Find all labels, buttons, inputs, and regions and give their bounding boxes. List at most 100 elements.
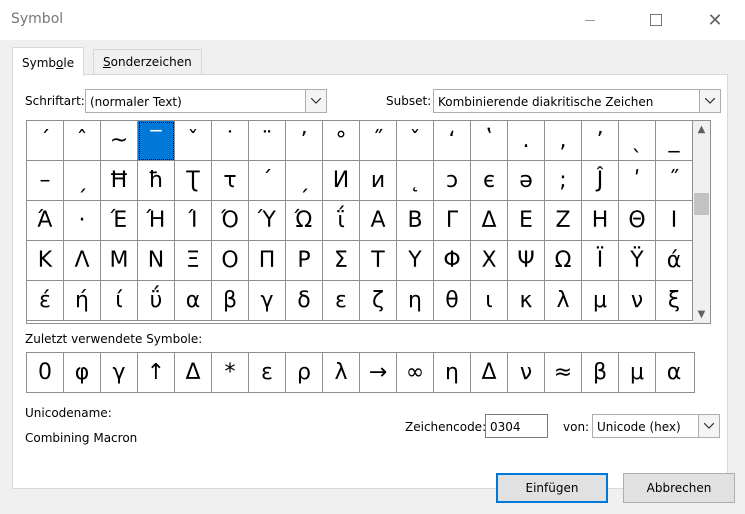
symbol-cell[interactable]: Ί	[175, 201, 212, 241]
symbol-cell[interactable]: Ω	[545, 241, 582, 281]
symbol-cell[interactable]: ή	[64, 281, 101, 321]
scroll-down-icon[interactable]: ▼	[693, 306, 710, 323]
symbol-cell[interactable]: _	[656, 121, 693, 161]
symbol-cell[interactable]: ʻ	[434, 121, 471, 161]
recent-symbol-cell[interactable]: ∞	[397, 353, 434, 392]
symbol-cell[interactable]: ¨	[249, 121, 286, 161]
symbol-cell[interactable]: ˝	[656, 161, 693, 201]
symbol-cell[interactable]: ˏ	[286, 161, 323, 201]
symbol-cell[interactable]: –	[27, 161, 64, 201]
scroll-thumb[interactable]	[694, 193, 709, 215]
maximize-button[interactable]	[633, 0, 679, 40]
scroll-up-icon[interactable]: ▲	[693, 121, 710, 138]
symbol-cell[interactable]: Θ	[619, 201, 656, 241]
symbol-cell[interactable]: β	[212, 281, 249, 321]
recent-symbol-cell[interactable]: *	[212, 353, 249, 392]
recent-symbol-cell[interactable]: ↑	[138, 353, 175, 392]
symbol-cell[interactable]: Μ	[101, 241, 138, 281]
symbol-cell[interactable]: ˛	[397, 161, 434, 201]
symbol-cell[interactable]: Ι	[656, 201, 693, 241]
symbol-cell[interactable]: ·	[64, 201, 101, 241]
symbol-cell[interactable]: ħ	[138, 161, 175, 201]
symbol-cell[interactable]: Π	[249, 241, 286, 281]
symbol-cell[interactable]: κ	[508, 281, 545, 321]
symbol-cell[interactable]: ˙	[212, 121, 249, 161]
symbol-cell[interactable]: ə	[508, 161, 545, 201]
symbol-cell[interactable]: .	[508, 121, 545, 161]
chevron-down-icon[interactable]	[699, 90, 720, 112]
symbol-cell[interactable]: ɔ	[434, 161, 471, 201]
symbol-cell[interactable]: ˇ	[397, 121, 434, 161]
symbol-cell[interactable]: γ	[249, 281, 286, 321]
symbol-cell[interactable]: ˝	[360, 121, 397, 161]
recent-symbol-cell[interactable]: Δ	[471, 353, 508, 392]
recent-symbol-cell[interactable]: β	[582, 353, 619, 392]
symbol-cell[interactable]: є	[471, 161, 508, 201]
tab-symbole[interactable]: Symbole	[12, 47, 85, 76]
symbol-cell[interactable]: Ħ	[101, 161, 138, 201]
chevron-down-icon[interactable]	[698, 415, 719, 437]
symbol-cell[interactable]: Ρ	[286, 241, 323, 281]
symbol-cell[interactable]: ˆ	[64, 121, 101, 161]
symbol-cell[interactable]: Ψ	[508, 241, 545, 281]
font-combobox[interactable]: (normaler Text)	[85, 89, 327, 113]
symbol-cell[interactable]: ζ	[360, 281, 397, 321]
symbol-cell[interactable]: Γ	[434, 201, 471, 241]
symbol-cell[interactable]: Ο	[212, 241, 249, 281]
symbol-cell[interactable]: θ	[434, 281, 471, 321]
symbol-cell[interactable]: Ύ	[249, 201, 286, 241]
symbol-cell[interactable]: ;	[545, 161, 582, 201]
symbol-cell[interactable]: Ή	[138, 201, 175, 241]
symbol-cell[interactable]: α	[175, 281, 212, 321]
symbol-cell[interactable]: Ό	[212, 201, 249, 241]
symbol-cell[interactable]: ΐ	[323, 201, 360, 241]
symbol-cell[interactable]: ι	[471, 281, 508, 321]
symbol-cell[interactable]: Χ	[471, 241, 508, 281]
symbol-cell[interactable]: ,	[545, 121, 582, 161]
symbol-grid-scrollbar[interactable]: ▲ ▼	[693, 120, 711, 324]
recent-symbol-cell[interactable]: Δ	[175, 353, 212, 392]
symbol-cell[interactable]: Ĵ	[582, 161, 619, 201]
from-combobox[interactable]: Unicode (hex)	[592, 414, 720, 438]
tab-sonderzeichen[interactable]: Sonderzeichen	[93, 49, 202, 75]
symbol-cell[interactable]: Σ	[323, 241, 360, 281]
symbol-cell[interactable]: Τ	[360, 241, 397, 281]
symbol-cell[interactable]: Ζ	[545, 201, 582, 241]
symbol-cell[interactable]: Ϊ	[582, 241, 619, 281]
symbol-cell[interactable]: Ε	[508, 201, 545, 241]
symbol-cell[interactable]: Κ	[27, 241, 64, 281]
symbol-cell[interactable]: ˏ	[64, 161, 101, 201]
recent-symbol-cell[interactable]: ≈	[545, 353, 582, 392]
symbol-cell[interactable]: Β	[397, 201, 434, 241]
symbol-cell[interactable]: Ϋ	[619, 241, 656, 281]
symbol-cell[interactable]: ʹ	[619, 161, 656, 201]
symbol-cell[interactable]: ξ	[656, 281, 693, 321]
symbol-cell[interactable]: И	[323, 161, 360, 201]
recent-symbol-cell[interactable]: φ	[64, 353, 101, 392]
recent-symbol-cell[interactable]: α	[656, 353, 692, 392]
symbol-cell[interactable]: Α	[360, 201, 397, 241]
symbol-cell[interactable]: η	[397, 281, 434, 321]
symbol-cell[interactable]: λ	[545, 281, 582, 321]
symbol-cell[interactable]: δ	[286, 281, 323, 321]
recent-symbol-cell[interactable]: →	[360, 353, 397, 392]
symbol-cell[interactable]: ά	[656, 241, 693, 281]
symbol-cell[interactable]: Υ	[397, 241, 434, 281]
symbol-cell[interactable]: Η	[582, 201, 619, 241]
symbol-cell[interactable]: ΰ	[138, 281, 175, 321]
symbol-cell[interactable]: Ʈ	[175, 161, 212, 201]
symbol-cell[interactable]: έ	[27, 281, 64, 321]
char-code-input[interactable]: 0304	[485, 414, 548, 438]
recent-symbol-cell[interactable]: ε	[249, 353, 286, 392]
subset-combobox[interactable]: Kombinierende diakritische Zeichen	[433, 89, 721, 113]
close-button[interactable]: ✕	[692, 0, 738, 40]
symbol-cell[interactable]: ί	[101, 281, 138, 321]
symbol-cell[interactable]: Ν	[138, 241, 175, 281]
symbol-cell[interactable]: Έ	[101, 201, 138, 241]
symbol-cell[interactable]: Λ	[64, 241, 101, 281]
recent-symbol-cell[interactable]: 0	[27, 353, 64, 392]
symbol-cell[interactable]: и	[360, 161, 397, 201]
recent-symbol-cell[interactable]: λ	[323, 353, 360, 392]
symbol-cell[interactable]: Ξ	[175, 241, 212, 281]
symbol-cell[interactable]: Δ	[471, 201, 508, 241]
